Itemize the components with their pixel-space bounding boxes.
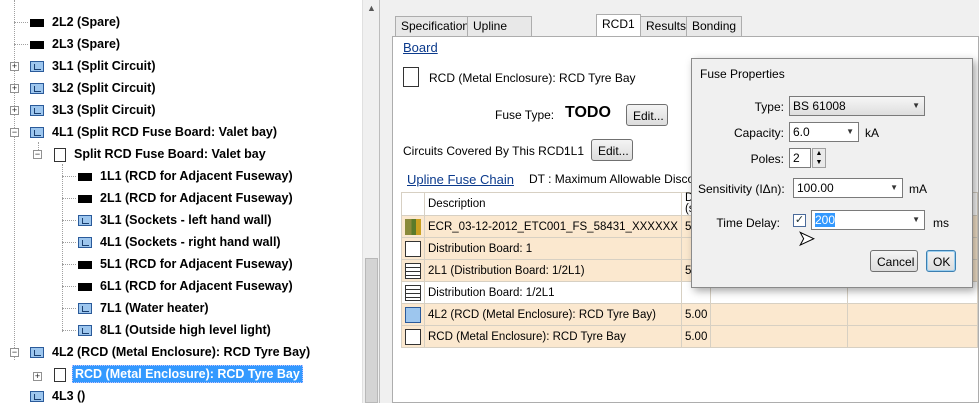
tree-item-2l3[interactable]: 2L3 (Spare)	[14, 33, 122, 55]
board-icon	[405, 328, 421, 345]
tree-item-1l1[interactable]: 1L1 (RCD for Adjacent Fuseway)	[62, 165, 295, 187]
poles-input[interactable]: 2	[789, 148, 811, 168]
table-row[interactable]: 4L2 (RCD (Metal Enclosure): RCD Tyre Bay…	[401, 303, 978, 326]
circuit-icon	[78, 194, 92, 203]
tree-item-7l1[interactable]: 7L1 (Water heater)	[62, 297, 211, 319]
fuse-properties-dialog: Fuse Properties Type: BS 61008 Capacity:…	[691, 58, 973, 288]
circuit-icon	[78, 172, 92, 181]
rcd-icon	[30, 347, 44, 359]
tree-item-3l3[interactable]: 3L3 (Split Circuit)	[30, 99, 157, 121]
rcd-icon	[78, 303, 92, 315]
supply-icon	[405, 218, 421, 235]
circuits-covered-value: 1L1	[564, 144, 585, 158]
rcd-icon	[405, 306, 421, 323]
tree-item-4l1-sockets[interactable]: 4L1 (Sockets - right hand wall)	[62, 231, 283, 253]
cancel-button[interactable]: Cancel	[870, 250, 918, 272]
rcd-icon	[78, 215, 92, 227]
rcd-icon	[78, 325, 92, 337]
tree-item-2l1[interactable]: 2L1 (RCD for Adjacent Fuseway)	[62, 187, 295, 209]
sensitivity-unit: mA	[909, 182, 927, 196]
board-heading[interactable]: Board	[403, 40, 438, 55]
tree-item-5l1[interactable]: 5L1 (RCD for Adjacent Fuseway)	[62, 253, 295, 275]
rcd-icon	[30, 127, 44, 139]
circuit-icon	[30, 18, 44, 27]
poles-label: Poles:	[750, 152, 784, 166]
tab-bonding[interactable]: Bonding	[686, 16, 743, 36]
table-row[interactable]: RCD (Metal Enclosure): RCD Tyre Bay 5.00	[401, 325, 978, 348]
column-header-description: Description	[424, 192, 682, 216]
ok-button[interactable]: OK	[926, 250, 956, 272]
tree-item-3l1[interactable]: 3L1 (Split Circuit)	[30, 55, 157, 77]
expand-toggle[interactable]: +	[10, 106, 19, 115]
capacity-unit: kA	[865, 126, 880, 140]
rcd-icon	[30, 391, 44, 403]
split-circuit-icon	[30, 83, 44, 95]
tree-item-3l2[interactable]: 3L2 (Split Circuit)	[30, 77, 157, 99]
expand-toggle[interactable]: +	[10, 84, 19, 93]
mouse-cursor-icon: ➤	[798, 228, 816, 251]
board-icon	[405, 240, 421, 257]
fuse-type-value: TODO	[565, 104, 611, 121]
tree-item-4l3[interactable]: 4L3 ()	[30, 385, 87, 403]
fuse-type-edit-button[interactable]: Edit...	[626, 104, 668, 126]
rcd-icon	[78, 237, 92, 249]
tab-specification[interactable]: Specification	[395, 16, 476, 36]
split-circuit-icon	[30, 105, 44, 117]
tab-rcd1[interactable]: RCD1	[596, 14, 641, 36]
circuit-icon	[30, 40, 44, 49]
split-circuit-icon	[30, 61, 44, 73]
tree-item-4l2[interactable]: 4L2 (RCD (Metal Enclosure): RCD Tyre Bay…	[30, 341, 312, 363]
scroll-thumb[interactable]	[365, 258, 378, 403]
upline-fuse-chain-heading[interactable]: Upline Fuse Chain	[407, 172, 514, 187]
board-name: RCD (Metal Enclosure): RCD Tyre Bay	[429, 71, 636, 85]
fuse-type-label: Fuse Type:	[495, 108, 555, 122]
dt-note: DT : Maximum Allowable Disconne	[529, 172, 715, 186]
sensitivity-select[interactable]: 100.00	[793, 178, 903, 198]
poles-spinner[interactable]: ▲ ▼	[812, 148, 826, 168]
tree-item-rcd-tyre-bay[interactable]: RCD (Metal Enclosure): RCD Tyre Bay	[54, 363, 303, 385]
circuit-icon	[78, 282, 92, 291]
tree-item-2l2[interactable]: 2L2 (Spare)	[14, 11, 122, 33]
tree-item-8l1[interactable]: 8L1 (Outside high level light)	[62, 319, 273, 341]
tab-upline-protective-device[interactable]: Upline Protective Device	[467, 16, 533, 71]
collapse-toggle[interactable]: −	[10, 128, 19, 137]
expand-toggle[interactable]: +	[33, 372, 42, 381]
time-delay-select[interactable]: 200	[811, 210, 925, 230]
tree-item-3l1-sockets[interactable]: 3L1 (Sockets - left hand wall)	[62, 209, 274, 231]
capacity-select[interactable]: 6.0	[789, 122, 859, 142]
tree-item-4l1[interactable]: 4L1 (Split RCD Fuse Board: Valet bay)	[30, 121, 279, 143]
time-delay-label: Time Delay:	[716, 216, 780, 230]
time-delay-unit: ms	[933, 216, 949, 230]
dialog-title: Fuse Properties	[700, 67, 785, 81]
collapse-toggle[interactable]: −	[33, 150, 42, 159]
tree-item-split-board[interactable]: Split RCD Fuse Board: Valet bay	[54, 143, 268, 165]
tab-results[interactable]: Results	[640, 16, 693, 36]
collapse-toggle[interactable]: −	[10, 348, 19, 357]
tree-panel[interactable]: 2L2 (Spare) 2L3 (Spare) + 3L1 (Split Cir…	[0, 0, 380, 403]
distribution-icon	[405, 284, 421, 301]
circuit-icon	[78, 260, 92, 269]
tree-item-6l1[interactable]: 6L1 (RCD for Adjacent Fuseway)	[62, 275, 295, 297]
board-icon	[403, 67, 419, 87]
type-label: Type:	[754, 100, 784, 114]
tree-scrollbar[interactable]: ▲	[362, 0, 379, 403]
board-icon	[54, 367, 66, 382]
board-icon	[54, 147, 66, 162]
type-select[interactable]: BS 61008	[789, 96, 925, 116]
sensitivity-label: Sensitivity (IΔn):	[698, 182, 785, 196]
expand-toggle[interactable]: +	[10, 62, 19, 71]
distribution-icon	[405, 262, 421, 279]
circuits-edit-button[interactable]: Edit...	[591, 139, 633, 161]
scroll-up-arrow-icon[interactable]: ▲	[363, 0, 379, 17]
capacity-label: Capacity:	[733, 126, 784, 140]
circuits-covered-label: Circuits Covered By This RCD:	[403, 144, 568, 158]
